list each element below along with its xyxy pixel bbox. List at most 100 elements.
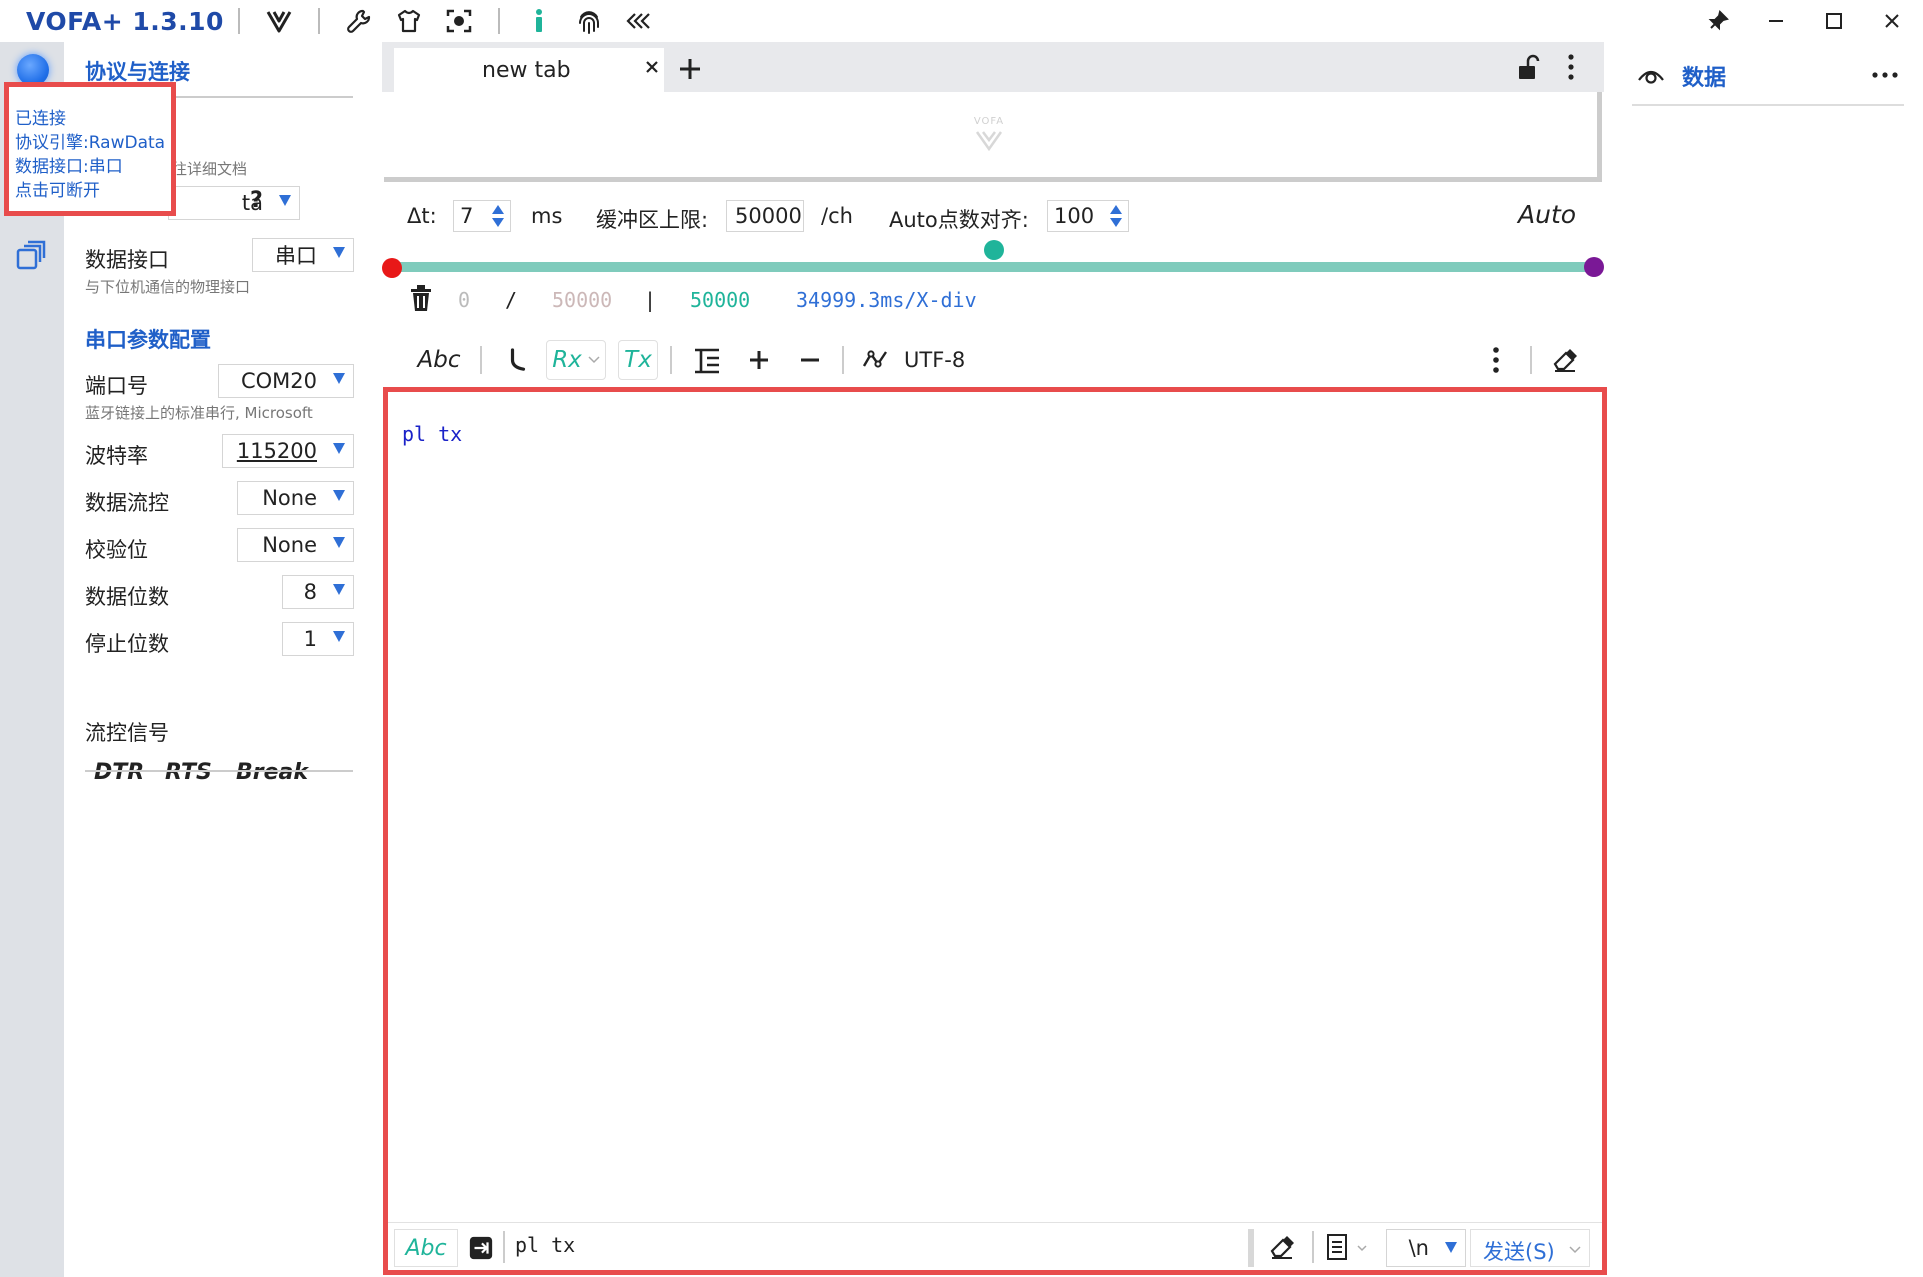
- dtr-toggle[interactable]: DTR: [94, 760, 144, 785]
- toolbar-more-icon[interactable]: [1488, 340, 1504, 380]
- more-vertical-icon[interactable]: [1566, 52, 1576, 82]
- eye-icon[interactable]: [1636, 62, 1666, 88]
- send-separator: [503, 1231, 505, 1263]
- buffer-label: 缓冲区上限:: [596, 208, 709, 232]
- info-icon[interactable]: [522, 4, 556, 38]
- chevron-down-icon: [333, 373, 345, 384]
- spin-down-icon[interactable]: [1110, 218, 1122, 227]
- preview-logo-text: VOFA: [973, 116, 1005, 127]
- spin-up-icon[interactable]: [492, 205, 504, 214]
- dt-unit: ms: [531, 204, 563, 228]
- range-start-handle[interactable]: [382, 258, 402, 278]
- send-abc-mode-button[interactable]: Abc: [394, 1229, 458, 1267]
- auto-align-value: 100: [1054, 204, 1095, 228]
- send-button-label: 发送(S): [1483, 1240, 1555, 1264]
- sample-count: 0: [458, 288, 471, 312]
- rts-toggle[interactable]: RTS: [165, 760, 212, 785]
- baud-dropdown[interactable]: 115200: [222, 434, 354, 468]
- send-history-dropdown[interactable]: [1324, 1233, 1374, 1263]
- toolbar-separator: [670, 346, 672, 374]
- fingerprint-icon[interactable]: [572, 4, 606, 38]
- parity-label: 校验位: [85, 538, 148, 562]
- shirt-icon[interactable]: [392, 4, 426, 38]
- section-title-serial: 串口参数配置: [85, 328, 211, 352]
- baud-value: 115200: [236, 439, 317, 463]
- chevron-down-icon: [333, 443, 345, 454]
- flow-signals-label: 流控信号: [85, 721, 169, 745]
- waveform-preview[interactable]: VOFA: [384, 92, 1602, 182]
- stopbits-dropdown[interactable]: 1: [282, 622, 354, 656]
- receive-area[interactable]: pl tx Abc pl tx \n 发送(S): [383, 387, 1607, 1275]
- range-slider-track[interactable]: [392, 262, 1596, 272]
- trash-icon[interactable]: [408, 284, 434, 312]
- tx-toggle[interactable]: Tx: [618, 340, 658, 380]
- wrench-icon[interactable]: [342, 4, 376, 38]
- text-format-icon[interactable]: [690, 340, 724, 380]
- port-label: 端口号: [85, 374, 148, 398]
- buffer-input[interactable]: 50000: [726, 200, 804, 232]
- screenshot-icon[interactable]: [442, 4, 476, 38]
- close-tab-icon[interactable]: [641, 56, 663, 78]
- clear-send-eraser-icon[interactable]: [1268, 1233, 1298, 1263]
- help-icon[interactable]: ?: [250, 188, 263, 213]
- v-icon[interactable]: [262, 4, 296, 38]
- lock-icon[interactable]: [1516, 54, 1542, 82]
- rx-toggle[interactable]: Rx: [546, 340, 606, 380]
- protocol-doc-hint[interactable]: 往详细文档: [172, 158, 247, 179]
- tab-new-tab[interactable]: new tab: [394, 48, 664, 92]
- preview-logo: VOFA: [964, 116, 1014, 151]
- encoding-selector[interactable]: UTF-8: [862, 340, 992, 380]
- parity-value: None: [262, 533, 317, 557]
- more-icon[interactable]: [1870, 70, 1900, 80]
- chevron-down-icon: [333, 490, 345, 501]
- auto-align-label: Auto点数对齐:: [889, 208, 1029, 232]
- data-panel-title: 数据: [1682, 66, 1727, 91]
- chevron-down-icon: [333, 584, 345, 595]
- spin-up-icon[interactable]: [1110, 205, 1122, 214]
- zoom-out-icon[interactable]: [793, 340, 827, 380]
- title-separator: [497, 8, 500, 34]
- title-separator: [317, 8, 320, 34]
- dt-spinbox[interactable]: 7: [453, 200, 511, 232]
- port-dropdown[interactable]: COM20: [218, 364, 354, 398]
- tooltip-line: 已连接: [15, 109, 66, 129]
- connection-panel: 协议与连接 往详细文档 ta ? 数据接口 串口 与下位机通信的物理接口 串口参…: [64, 42, 364, 1277]
- databits-dropdown[interactable]: 8: [282, 575, 354, 609]
- x-div-readout: 34999.3ms/X-div: [796, 288, 977, 312]
- abc-mode-button[interactable]: Abc: [412, 340, 466, 380]
- buffer-value: 50000: [735, 204, 802, 228]
- range-mid-handle[interactable]: [984, 240, 1004, 260]
- chevron-down-icon: [1445, 1242, 1457, 1253]
- pin-icon[interactable]: [1690, 0, 1746, 42]
- add-tab-icon[interactable]: [677, 56, 703, 82]
- range-end-handle[interactable]: [1584, 257, 1604, 277]
- auto-button[interactable]: Auto: [1518, 200, 1576, 229]
- interface-dropdown[interactable]: 串口: [252, 238, 354, 272]
- eraser-icon[interactable]: [1548, 340, 1582, 380]
- send-button[interactable]: 发送(S): [1470, 1229, 1590, 1267]
- maximize-icon[interactable]: [1806, 0, 1862, 42]
- copy-icon[interactable]: [14, 238, 50, 274]
- chevron-down-icon: [333, 537, 345, 548]
- protocol-dropdown[interactable]: ta: [168, 186, 300, 220]
- port-value: COM20: [240, 369, 317, 393]
- send-mode-icon[interactable]: [468, 1235, 496, 1263]
- break-toggle[interactable]: Break: [236, 760, 308, 785]
- encoding-label: UTF-8: [904, 348, 966, 372]
- newline-value: \n: [1408, 1236, 1429, 1260]
- chevron-down-icon: [588, 356, 600, 364]
- close-icon[interactable]: [1864, 0, 1920, 42]
- collapse-icon[interactable]: [622, 4, 656, 38]
- auto-align-spinbox[interactable]: 100: [1047, 200, 1129, 232]
- spin-down-icon[interactable]: [492, 218, 504, 227]
- timestamp-icon[interactable]: [503, 340, 533, 380]
- newline-dropdown[interactable]: \n: [1386, 1229, 1466, 1267]
- zoom-in-icon[interactable]: [742, 340, 776, 380]
- chevron-down-icon: [1569, 1246, 1581, 1254]
- interface-value: 串口: [275, 244, 317, 268]
- parity-dropdown[interactable]: None: [237, 528, 354, 562]
- tab-bar: new tab: [382, 42, 1604, 92]
- minimize-icon[interactable]: [1748, 0, 1804, 42]
- send-input[interactable]: pl tx: [515, 1233, 575, 1257]
- flow-dropdown[interactable]: None: [237, 481, 354, 515]
